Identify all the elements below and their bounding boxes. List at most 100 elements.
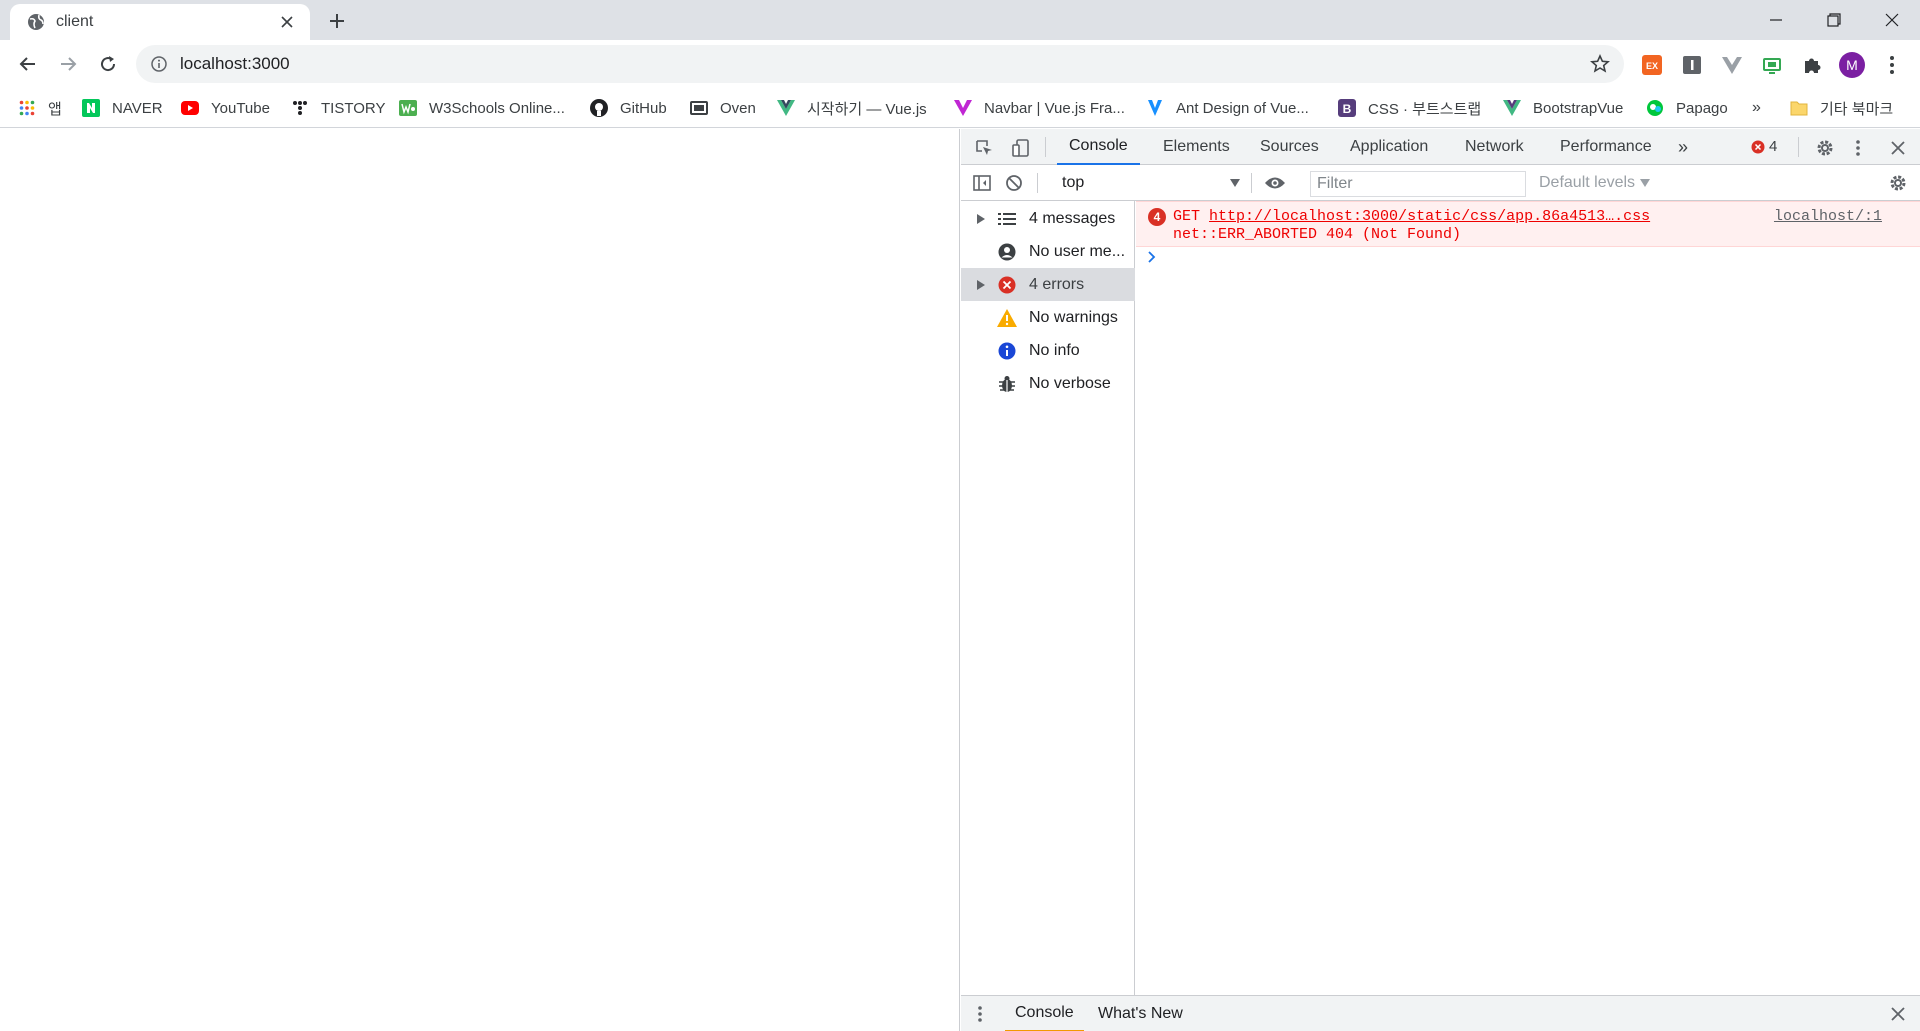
inspect-element-icon[interactable] [973, 137, 995, 159]
context-value: top [1062, 174, 1085, 191]
bookmark-tistory[interactable]: TISTORY [291, 88, 385, 128]
warning-icon [997, 308, 1017, 328]
sidebar-item-errors[interactable]: 4 errors [961, 268, 1135, 301]
papago-icon [1646, 99, 1664, 117]
drawer-tab-whats-new[interactable]: What's New [1098, 996, 1183, 1031]
log-levels-label: Default levels [1539, 174, 1636, 191]
profile-initial: M [1846, 57, 1858, 73]
extension-i-icon[interactable] [1680, 53, 1704, 77]
error-source-link[interactable]: localhost/:1 [1774, 208, 1882, 225]
drawer-menu-icon[interactable] [969, 1003, 991, 1025]
sidebar-item-user-messages[interactable]: No user me... [961, 235, 1135, 268]
expand-arrow-icon[interactable] [975, 213, 987, 224]
back-button[interactable] [12, 48, 44, 80]
sidebar-item-label: No verbose [1029, 374, 1111, 392]
bookmark-css-bootstrap[interactable]: B CSS · 부트스트랩 [1338, 88, 1481, 128]
extension-ex-icon[interactable]: EX [1640, 53, 1664, 77]
close-drawer-icon[interactable] [1887, 1003, 1909, 1025]
filter-input[interactable] [1310, 171, 1526, 197]
clear-console-icon[interactable] [1003, 172, 1025, 194]
bookmark-vue-start[interactable]: 시작하기 — Vue.js [777, 88, 927, 128]
address-bar[interactable]: localhost:3000 [136, 45, 1624, 83]
devtools-panel: Console Elements Sources Application Net… [961, 129, 1920, 1031]
bookmark-label: TISTORY [321, 99, 386, 117]
extension-monitor-icon[interactable] [1760, 53, 1784, 77]
tab-network[interactable]: Network [1465, 129, 1524, 165]
bookmarks-overflow-button[interactable]: » [1752, 88, 1761, 128]
console-prompt-icon[interactable] [1148, 249, 1162, 265]
forward-button[interactable] [52, 48, 84, 80]
toolbar-divider [1798, 137, 1799, 157]
sidebar-item-info[interactable]: No info [961, 334, 1135, 367]
bookmark-naver[interactable]: NAVER [82, 88, 163, 128]
console-error-message[interactable]: 4 GET http://localhost:3000/static/css/a… [1136, 201, 1920, 247]
browser-tab[interactable]: client [10, 4, 310, 40]
tab-console[interactable]: Console [1057, 129, 1140, 165]
console-settings-gear-icon[interactable] [1887, 172, 1909, 194]
toolbar-divider [1037, 173, 1038, 193]
bookmark-label: GitHub [620, 99, 667, 117]
sidebar-item-label: 4 errors [1029, 275, 1085, 293]
bookmark-apps[interactable]: 앱 [18, 88, 62, 128]
context-selector[interactable]: top [1056, 171, 1246, 195]
tab-sources[interactable]: Sources [1260, 129, 1319, 165]
bookmark-label: W3Schools Online... [429, 99, 565, 117]
menu-kebab-icon[interactable] [1880, 53, 1904, 77]
bookmark-github[interactable]: GitHub [590, 88, 667, 128]
restore-button[interactable] [1806, 0, 1862, 40]
drawer-tab-console[interactable]: Console [1005, 996, 1084, 1031]
other-bookmarks-folder[interactable]: 기타 북마크 [1790, 88, 1893, 128]
tab-elements[interactable]: Elements [1163, 129, 1230, 165]
bookmark-navbar-vue[interactable]: Navbar | Vue.js Fra... [954, 88, 1125, 128]
bookmark-ant-design-vue[interactable]: Ant Design of Vue... [1146, 88, 1309, 128]
minimize-button[interactable] [1748, 0, 1804, 40]
bookmark-label: 기타 북마크 [1820, 100, 1894, 118]
live-expression-eye-icon[interactable] [1264, 172, 1286, 194]
sidebar-toggle-icon[interactable] [971, 172, 993, 194]
bookmark-label: YouTube [211, 99, 270, 117]
log-levels-dropdown[interactable]: Default levels [1539, 171, 1651, 195]
bookmark-oven[interactable]: Oven [690, 88, 756, 128]
extension-vue-icon[interactable] [1720, 53, 1744, 77]
error-count-badge[interactable]: 4 [1751, 138, 1777, 155]
close-window-button[interactable] [1864, 0, 1920, 40]
bookmark-star-icon[interactable] [1590, 54, 1610, 74]
dropdown-arrow-icon [1230, 179, 1240, 187]
url-text[interactable]: localhost:3000 [180, 54, 290, 74]
info-icon[interactable] [150, 55, 168, 73]
sidebar-item-label: No warnings [1029, 308, 1118, 326]
bookmark-w3schools[interactable]: W3Schools Online... [399, 88, 565, 128]
bookmark-bootstrapvue[interactable]: BootstrapVue [1503, 88, 1623, 128]
error-method: GET [1173, 208, 1201, 225]
reload-button[interactable] [92, 48, 124, 80]
devtools-menu-icon[interactable] [1847, 137, 1869, 159]
bookmark-youtube[interactable]: YouTube [181, 88, 270, 128]
globe-icon [26, 12, 46, 32]
bookmark-label: BootstrapVue [1533, 99, 1624, 117]
extensions-puzzle-icon[interactable] [1800, 53, 1824, 77]
sidebar-item-messages[interactable]: 4 messages [961, 202, 1135, 235]
close-devtools-icon[interactable] [1887, 137, 1909, 159]
error-request-line: GET http://localhost:3000/static/css/app… [1173, 208, 1650, 225]
tab-performance[interactable]: Performance [1560, 129, 1652, 165]
settings-gear-icon[interactable] [1814, 137, 1836, 159]
toolbar-divider [1045, 137, 1046, 157]
sidebar-item-verbose[interactable]: No verbose [961, 367, 1135, 400]
profile-avatar[interactable]: M [1838, 51, 1866, 79]
error-url-link[interactable]: http://localhost:3000/static/css/app.86a… [1209, 208, 1650, 225]
sidebar-item-warnings[interactable]: No warnings [961, 301, 1135, 334]
vue-icon [777, 99, 795, 117]
bookmark-papago[interactable]: Papago [1646, 88, 1728, 128]
sidebar-item-label: No info [1029, 341, 1080, 359]
vuetify-icon [954, 99, 972, 117]
device-toolbar-icon[interactable] [1010, 137, 1032, 159]
close-tab-icon[interactable] [276, 11, 298, 33]
tistory-icon [291, 99, 309, 117]
more-tabs-button[interactable]: » [1678, 129, 1688, 165]
title-bar: client [0, 0, 1920, 40]
error-icon [997, 275, 1017, 295]
expand-arrow-icon[interactable] [975, 279, 987, 290]
bookmarks-bar: 앱 NAVER YouTube TISTORY W3Schools Online… [0, 88, 1920, 128]
tab-application[interactable]: Application [1350, 129, 1428, 165]
new-tab-button[interactable] [324, 8, 350, 34]
